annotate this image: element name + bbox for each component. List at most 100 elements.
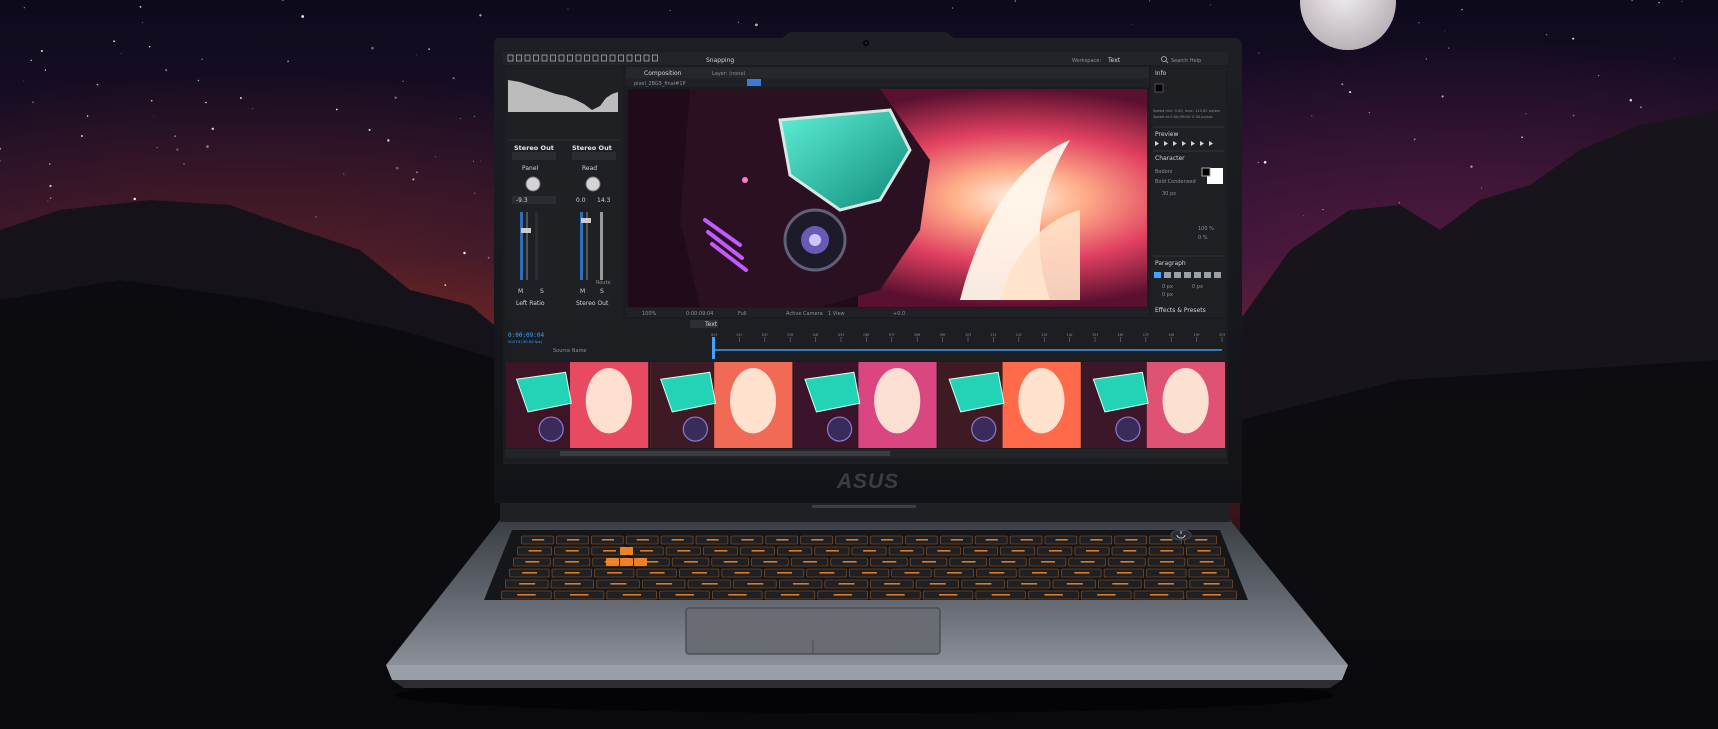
key-legend [862, 572, 877, 574]
key-legend [1011, 550, 1025, 552]
star [368, 128, 371, 131]
paragraph-panel-title[interactable]: Paragraph [1155, 260, 1186, 267]
paragraph-indent-b[interactable]: 0 px [1162, 292, 1173, 298]
paragraph-align-button[interactable] [1214, 272, 1221, 278]
comp-breadcrumb[interactable]: pixel_2BG5_final#1P [634, 81, 686, 87]
mixer-left-output[interactable] [512, 152, 556, 160]
effects-presets-title[interactable]: Effects & Presets [1155, 307, 1206, 314]
star [1640, 106, 1642, 108]
key-legend [1048, 550, 1062, 552]
viewer-quality[interactable]: Full [738, 311, 747, 317]
workspace-select[interactable]: Text [1107, 57, 1121, 64]
star [567, 8, 569, 10]
paragraph-align-button[interactable] [1184, 272, 1191, 278]
search-help-field[interactable]: Search Help [1171, 58, 1201, 64]
star [197, 79, 200, 82]
viewer-zoom[interactable]: 100% [642, 311, 657, 317]
mixer-right-fader-handle[interactable] [581, 218, 591, 223]
star [387, 139, 390, 142]
key-legend [528, 550, 542, 552]
key-legend [566, 539, 580, 541]
star [287, 60, 289, 63]
power-button-icon[interactable] [1170, 529, 1192, 541]
character-stroke-swatch[interactable] [1201, 167, 1211, 177]
ruler-tick-label: 17f [1143, 333, 1150, 337]
timeline-scroll-thumb[interactable] [560, 451, 890, 456]
star [315, 216, 317, 218]
star [239, 96, 242, 100]
mixer-right-value: 0.0 [576, 197, 586, 204]
star [44, 69, 47, 71]
ruler-tick-label: 07f [889, 333, 896, 337]
mixer-right-mute-button[interactable]: M [580, 288, 585, 295]
work-area-bar[interactable] [714, 349, 1222, 351]
mixer-right-solo-button[interactable]: S [600, 288, 604, 295]
paragraph-align-button[interactable] [1194, 272, 1201, 278]
key-legend [884, 583, 901, 585]
key-legend [565, 550, 579, 552]
paragraph-align-button[interactable] [1174, 272, 1181, 278]
character-tracking[interactable]: 100 % [1198, 226, 1214, 232]
keyboard-key-wasd [620, 547, 633, 555]
star [1572, 114, 1575, 117]
ruler-tick-label: 13f [1041, 333, 1048, 337]
mixer-right-pan-knob[interactable] [585, 176, 601, 192]
frame-neon [1018, 368, 1065, 434]
composition-tab[interactable]: Composition [644, 70, 682, 77]
mixer-left-pan-knob[interactable] [525, 176, 541, 192]
preview-panel-title[interactable]: Preview [1155, 131, 1178, 138]
comp-breadcrumb-active[interactable] [747, 79, 761, 86]
star [479, 14, 482, 17]
star [1258, 52, 1260, 54]
key-legend [692, 572, 707, 574]
viewer-camera[interactable]: Active Camera [786, 311, 823, 317]
key-legend [961, 561, 976, 563]
star [428, 48, 430, 50]
mixer-right-output[interactable] [572, 152, 616, 160]
key-legend [684, 561, 698, 563]
key-legend [777, 572, 792, 574]
character-font-style[interactable]: Bold Condensed [1155, 179, 1196, 185]
viewer-timecode[interactable]: 0:00:09:04 [686, 311, 713, 317]
hinge-vent [812, 505, 916, 508]
star [459, 118, 461, 119]
key-legend [751, 550, 765, 552]
key-legend [1021, 583, 1038, 585]
info-panel-title[interactable]: Info [1155, 70, 1167, 77]
star [371, 46, 374, 50]
paragraph-align-button[interactable] [1154, 272, 1161, 278]
viewer-view[interactable]: 1 View [828, 311, 845, 317]
character-scale[interactable]: 0 % [1198, 235, 1208, 241]
paragraph-align-button[interactable] [1204, 272, 1211, 278]
mixer-left-fader-handle[interactable] [521, 228, 531, 233]
timeline-timecode[interactable]: 0:00:09:04 [508, 332, 545, 339]
star [1349, 91, 1352, 94]
layer-tab[interactable]: Layer: (none) [712, 71, 746, 77]
paragraph-align-button[interactable] [1164, 272, 1171, 278]
timeline-playhead[interactable] [712, 337, 715, 359]
key-legend [904, 572, 920, 574]
key-legend [900, 550, 914, 552]
star [1413, 138, 1416, 141]
star [1303, 214, 1305, 216]
star [1149, 0, 1151, 2]
mixer-left-solo-button[interactable]: S [540, 288, 544, 295]
paragraph-indent-c[interactable]: 0 px [1192, 284, 1203, 290]
star [1658, 1, 1660, 4]
star [343, 173, 345, 175]
key-legend [882, 561, 897, 563]
character-font-family[interactable]: Bodoni [1155, 169, 1172, 175]
character-panel-title[interactable]: Character [1155, 155, 1185, 162]
star [1341, 83, 1344, 86]
viewer-offset[interactable]: +0.0 [893, 311, 905, 317]
star [120, 52, 122, 54]
character-size[interactable]: 30 px [1162, 191, 1176, 197]
key-legend [1055, 539, 1068, 541]
ruler-tick-label: 01f [736, 333, 743, 337]
mixer-left-mute-button[interactable]: M [518, 288, 523, 295]
comp-breadcrumb-bar [626, 78, 1149, 87]
snapping-label[interactable]: Snapping [706, 57, 734, 64]
frame-respirator [971, 416, 997, 442]
film-strip [505, 362, 1226, 458]
paragraph-indent-a[interactable]: 0 px [1162, 284, 1173, 290]
